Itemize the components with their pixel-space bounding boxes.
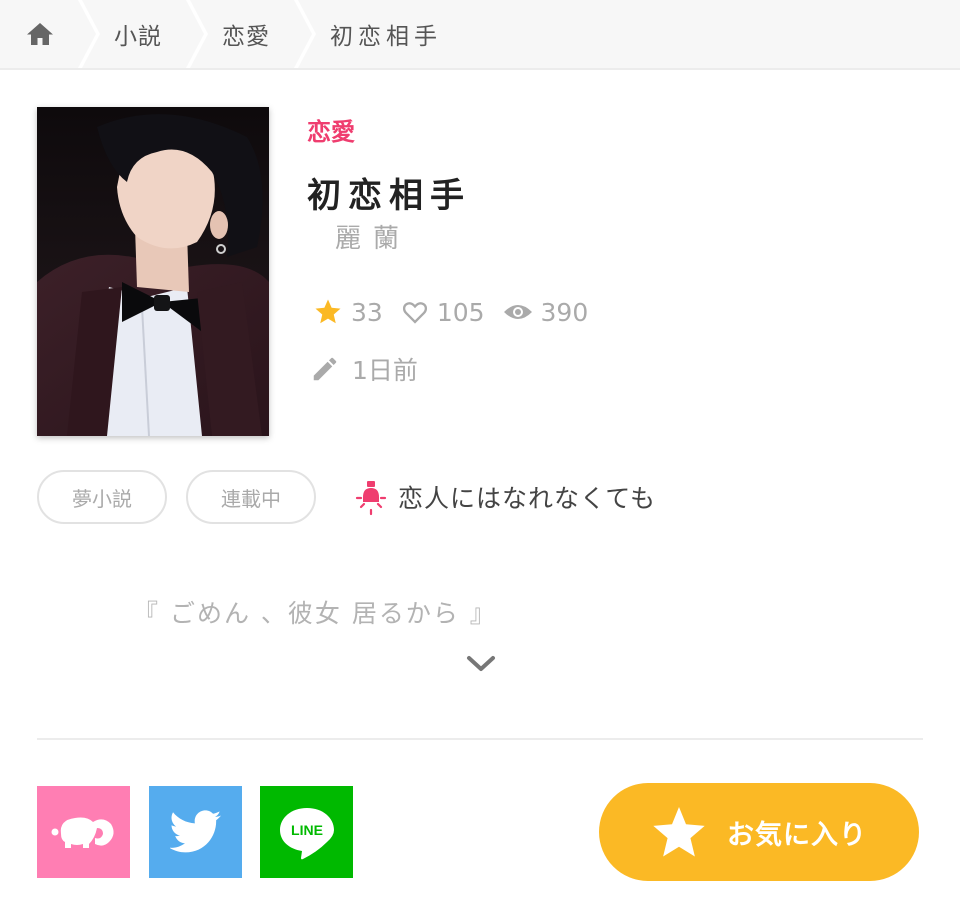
breadcrumb-separator xyxy=(186,0,208,68)
breadcrumb-item-current: 初恋相手 xyxy=(330,24,442,50)
breadcrumb: 小説 恋愛 初恋相手 xyxy=(0,0,960,70)
lightbulb-icon xyxy=(355,481,387,516)
heart-icon xyxy=(402,302,427,324)
star-icon xyxy=(315,299,341,324)
share-line-button[interactable]: LINE xyxy=(260,786,353,878)
updated-time: 1日前 xyxy=(310,351,418,387)
tag-dream-novel[interactable]: 夢小説 xyxy=(37,470,167,524)
divider xyxy=(37,738,923,740)
favorite-button[interactable]: お気に入り xyxy=(599,783,919,881)
elephant-icon xyxy=(51,817,114,848)
category-label[interactable]: 恋愛 xyxy=(307,112,355,147)
breadcrumb-separator xyxy=(78,0,100,68)
novel-title: 初恋相手 xyxy=(307,176,471,216)
view-count: 390 xyxy=(503,297,589,327)
pencil-icon xyxy=(313,357,337,381)
breadcrumb-item-romance[interactable]: 恋愛 xyxy=(222,0,270,68)
author-name[interactable]: 麗蘭 xyxy=(335,218,411,255)
share-twitter-button[interactable] xyxy=(149,786,242,878)
tag-serializing[interactable]: 連載中 xyxy=(186,470,316,524)
breadcrumb-home[interactable] xyxy=(0,0,80,68)
breadcrumb-item-novel[interactable]: 小説 xyxy=(114,0,162,68)
eye-icon xyxy=(503,305,532,319)
keyword-text: 恋人にはなれなくても xyxy=(398,484,657,513)
expand-description-button[interactable] xyxy=(464,650,498,678)
chevron-down-icon xyxy=(467,656,495,671)
view-count-value: 390 xyxy=(540,297,589,327)
star-icon xyxy=(653,807,705,857)
twitter-icon xyxy=(169,810,221,853)
star-count-value: 33 xyxy=(351,297,383,327)
share-elephant-button[interactable] xyxy=(37,786,130,878)
line-icon-text: LINE xyxy=(291,822,323,838)
keyword[interactable]: 恋人にはなれなくても xyxy=(352,476,656,518)
heart-count-value: 105 xyxy=(436,297,485,327)
line-icon: LINE xyxy=(279,808,334,860)
home-icon xyxy=(27,23,53,45)
heart-count: 105 xyxy=(401,298,485,327)
novel-stats: 33 105 390 xyxy=(313,294,606,330)
favorite-button-label: お気に入り xyxy=(727,819,867,851)
breadcrumb-separator xyxy=(294,0,316,68)
updated-time-value: 1日前 xyxy=(352,356,418,385)
novel-description: 『 ごめん 、彼女 居るから 』 xyxy=(133,599,497,628)
star-count: 33 xyxy=(313,297,383,327)
cover-image[interactable] xyxy=(37,107,269,436)
